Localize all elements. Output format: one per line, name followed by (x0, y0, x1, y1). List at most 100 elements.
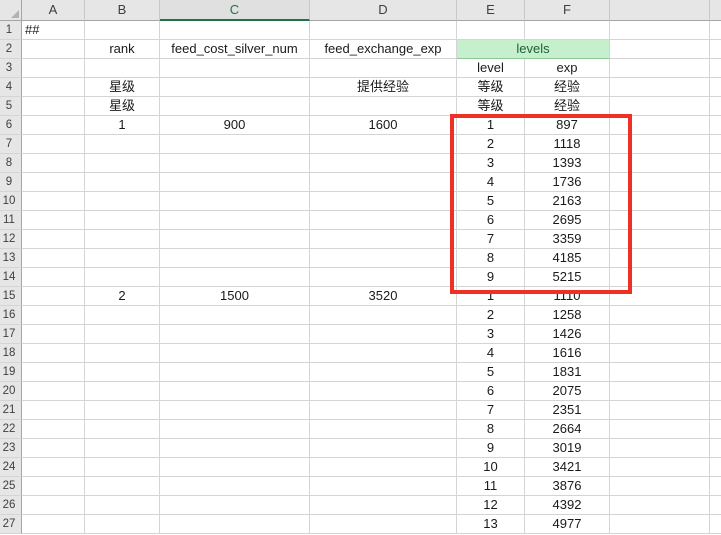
cell-G13[interactable] (610, 249, 710, 268)
cell-G23[interactable] (610, 439, 710, 458)
cell-G26[interactable] (610, 496, 710, 515)
row-header-8[interactable]: 8 (0, 154, 22, 173)
cell-A7[interactable] (22, 135, 85, 154)
cell-B14[interactable] (85, 268, 160, 287)
cell-E9[interactable]: 4 (457, 173, 525, 192)
cell-C15[interactable]: 1500 (160, 287, 310, 306)
cell-A25[interactable] (22, 477, 85, 496)
column-header-E[interactable]: E (457, 0, 525, 21)
cell-G7[interactable] (610, 135, 710, 154)
cell-C3[interactable] (160, 59, 310, 78)
cell-B25[interactable] (85, 477, 160, 496)
cell-F8[interactable]: 1393 (525, 154, 610, 173)
cell-H16[interactable] (710, 306, 721, 325)
cell-F17[interactable]: 1426 (525, 325, 610, 344)
cell-A26[interactable] (22, 496, 85, 515)
cell-F26[interactable]: 4392 (525, 496, 610, 515)
cell-C18[interactable] (160, 344, 310, 363)
cell-E3[interactable]: level (457, 59, 525, 78)
cell-D3[interactable] (310, 59, 457, 78)
cell-D6[interactable]: 1600 (310, 116, 457, 135)
cell-C7[interactable] (160, 135, 310, 154)
cell-G18[interactable] (610, 344, 710, 363)
row-header-25[interactable]: 25 (0, 477, 22, 496)
cell-G20[interactable] (610, 382, 710, 401)
cell-C1[interactable] (160, 21, 310, 40)
cell-G1[interactable] (610, 21, 710, 40)
cell-H19[interactable] (710, 363, 721, 382)
cell-A6[interactable] (22, 116, 85, 135)
cell-F16[interactable]: 1258 (525, 306, 610, 325)
cell-B20[interactable] (85, 382, 160, 401)
cell-B9[interactable] (85, 173, 160, 192)
cell-C17[interactable] (160, 325, 310, 344)
cell-B15[interactable]: 2 (85, 287, 160, 306)
cell-C26[interactable] (160, 496, 310, 515)
column-header-H[interactable] (710, 0, 721, 21)
cell-D7[interactable] (310, 135, 457, 154)
cell-A13[interactable] (22, 249, 85, 268)
cell-E2-merged-levels[interactable]: levels (457, 40, 610, 59)
cell-C14[interactable] (160, 268, 310, 287)
cell-H7[interactable] (710, 135, 721, 154)
cell-C19[interactable] (160, 363, 310, 382)
cell-F5[interactable]: 经验 (525, 97, 610, 116)
cell-F22[interactable]: 2664 (525, 420, 610, 439)
cell-A11[interactable] (22, 211, 85, 230)
cell-G12[interactable] (610, 230, 710, 249)
cell-F18[interactable]: 1616 (525, 344, 610, 363)
cell-F24[interactable]: 3421 (525, 458, 610, 477)
cell-E7[interactable]: 2 (457, 135, 525, 154)
cell-H5[interactable] (710, 97, 721, 116)
column-header-C[interactable]: C (160, 0, 310, 21)
cell-F11[interactable]: 2695 (525, 211, 610, 230)
row-header-3[interactable]: 3 (0, 59, 22, 78)
row-header-4[interactable]: 4 (0, 78, 22, 97)
cell-A24[interactable] (22, 458, 85, 477)
column-header-D[interactable]: D (310, 0, 457, 21)
cell-B26[interactable] (85, 496, 160, 515)
cell-B2[interactable]: rank (85, 40, 160, 59)
cell-B19[interactable] (85, 363, 160, 382)
cell-D18[interactable] (310, 344, 457, 363)
cell-B17[interactable] (85, 325, 160, 344)
cell-E8[interactable]: 3 (457, 154, 525, 173)
row-header-18[interactable]: 18 (0, 344, 22, 363)
cell-F3[interactable]: exp (525, 59, 610, 78)
cell-G27[interactable] (610, 515, 710, 534)
cell-E12[interactable]: 7 (457, 230, 525, 249)
cell-H18[interactable] (710, 344, 721, 363)
column-header-B[interactable]: B (85, 0, 160, 21)
cell-B22[interactable] (85, 420, 160, 439)
cell-B12[interactable] (85, 230, 160, 249)
cell-B16[interactable] (85, 306, 160, 325)
cell-F20[interactable]: 2075 (525, 382, 610, 401)
cell-D2[interactable]: feed_exchange_exp (310, 40, 457, 59)
cell-C23[interactable] (160, 439, 310, 458)
cell-E20[interactable]: 6 (457, 382, 525, 401)
cell-A1[interactable]: ## (22, 21, 85, 40)
cell-F9[interactable]: 1736 (525, 173, 610, 192)
cell-B13[interactable] (85, 249, 160, 268)
cell-G8[interactable] (610, 154, 710, 173)
row-header-1[interactable]: 1 (0, 21, 22, 40)
cell-H8[interactable] (710, 154, 721, 173)
cell-C13[interactable] (160, 249, 310, 268)
row-header-27[interactable]: 27 (0, 515, 22, 534)
cell-B5[interactable]: 星级 (85, 97, 160, 116)
cell-B11[interactable] (85, 211, 160, 230)
cell-H27[interactable] (710, 515, 721, 534)
cell-B23[interactable] (85, 439, 160, 458)
row-header-2[interactable]: 2 (0, 40, 22, 59)
cell-C5[interactable] (160, 97, 310, 116)
cell-F27[interactable]: 4977 (525, 515, 610, 534)
cell-A12[interactable] (22, 230, 85, 249)
cell-H9[interactable] (710, 173, 721, 192)
cell-C24[interactable] (160, 458, 310, 477)
cell-H24[interactable] (710, 458, 721, 477)
cell-H2[interactable] (710, 40, 721, 59)
cell-H3[interactable] (710, 59, 721, 78)
cell-G14[interactable] (610, 268, 710, 287)
cell-C11[interactable] (160, 211, 310, 230)
cell-E23[interactable]: 9 (457, 439, 525, 458)
